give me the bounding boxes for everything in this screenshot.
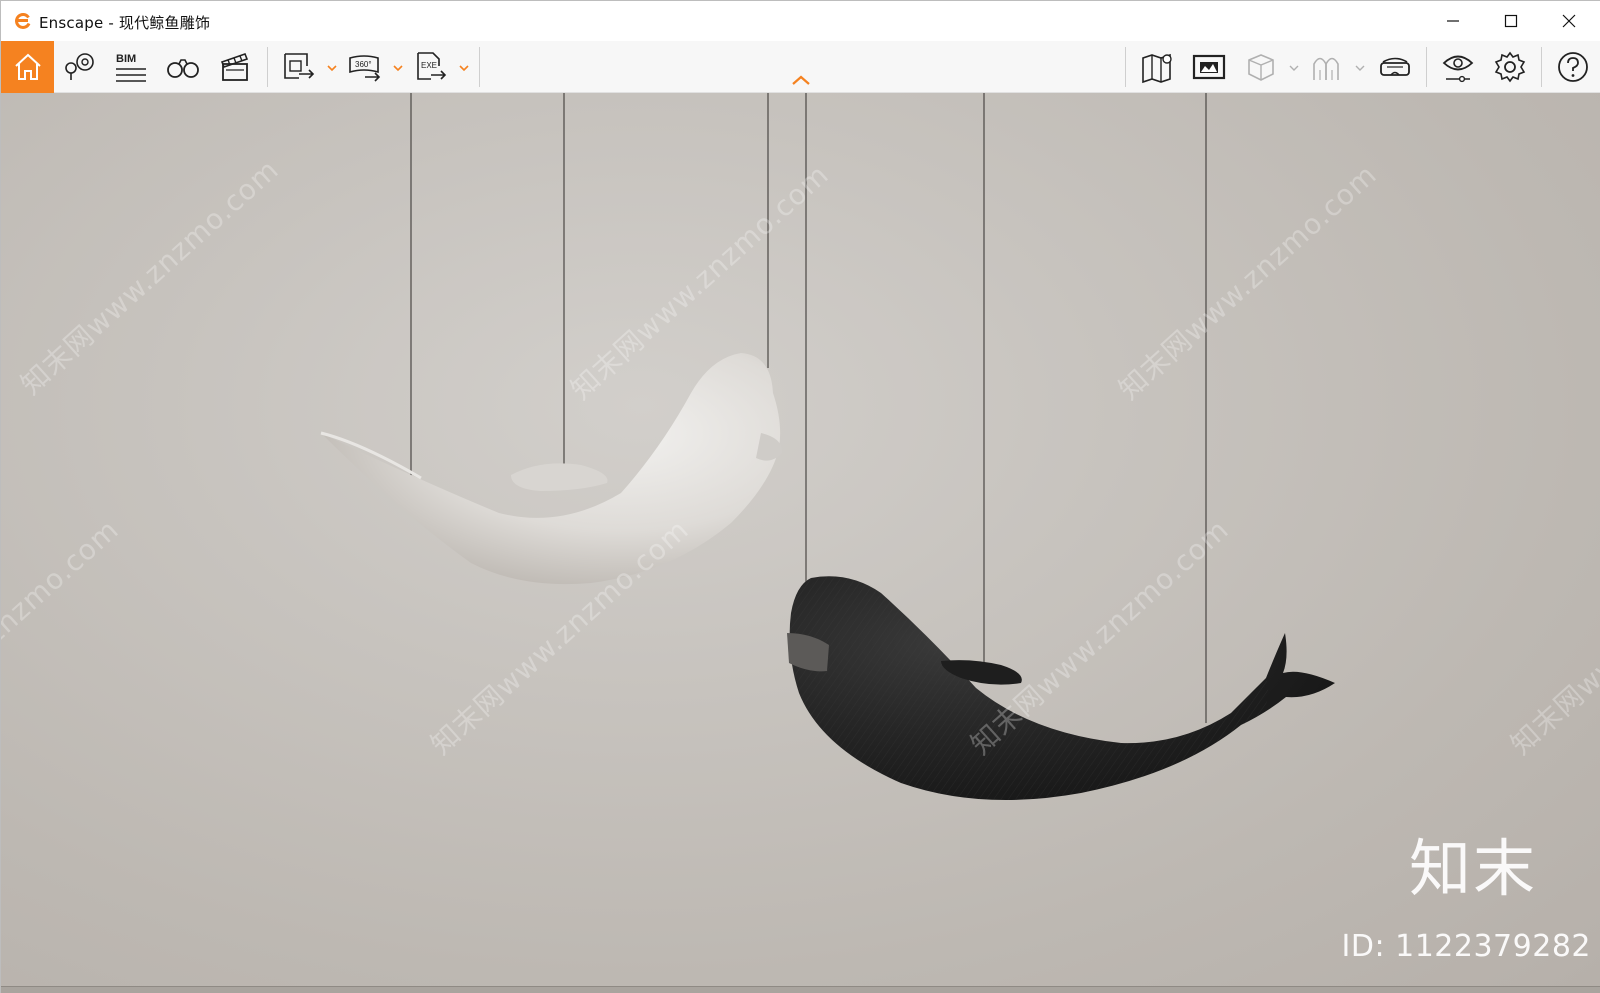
scene-render: [320, 93, 1335, 801]
panorama-export-icon: 360°: [349, 55, 381, 82]
enscape-logo-icon: [15, 12, 31, 29]
settings-button[interactable]: [1490, 49, 1530, 85]
maximize-icon: [1504, 14, 1518, 28]
toolbar-separator: [479, 47, 480, 87]
viewport-bottom-edge: [1, 986, 1600, 993]
eye-icon: [1442, 55, 1474, 83]
exe-export-icon: EXE: [417, 52, 447, 80]
gear-icon: [1494, 51, 1526, 83]
svg-text:360°: 360°: [355, 60, 372, 69]
binoculars-icon: [167, 59, 199, 78]
title-bar[interactable]: Enscape - 现代鲸鱼雕饰: [1, 1, 1600, 41]
toolbar-separator: [1125, 47, 1126, 87]
presentation-icon: [1192, 54, 1226, 80]
arch-button[interactable]: [1307, 49, 1347, 85]
cube-icon: [1248, 54, 1274, 81]
home-button[interactable]: [1, 41, 54, 93]
maximize-button[interactable]: [1482, 1, 1540, 41]
svg-text:BIM: BIM: [116, 53, 136, 65]
cube-button[interactable]: [1241, 49, 1281, 85]
exe-export-button[interactable]: EXE: [411, 49, 451, 85]
brand-mark: 知末: [1408, 832, 1537, 905]
views-button[interactable]: [59, 49, 99, 85]
image-id: ID: 1122379282: [1341, 929, 1591, 964]
window-title: Enscape - 现代鲸鱼雕饰: [39, 14, 211, 32]
video-editor-button[interactable]: [215, 49, 255, 85]
app-window: Enscape - 现代鲸鱼雕饰 BIM 360° EXE 知末网www.znz…: [0, 0, 1600, 993]
toolbar-separator: [267, 47, 268, 87]
chevron-down-icon[interactable]: [458, 63, 470, 73]
chevron-up-icon[interactable]: [790, 73, 812, 87]
home-icon: [14, 53, 41, 80]
help-button[interactable]: [1553, 49, 1593, 85]
minimize-button[interactable]: [1424, 1, 1482, 41]
vr-headset-button[interactable]: [1375, 49, 1415, 85]
chevron-down-icon[interactable]: [392, 63, 404, 73]
white-whale: [320, 353, 783, 585]
map-button[interactable]: [1138, 49, 1178, 85]
binoculars-button[interactable]: [163, 49, 203, 85]
chevron-down-icon[interactable]: [326, 63, 338, 73]
arch-icon: [1313, 57, 1339, 80]
bim-icon: BIM: [116, 53, 146, 82]
bim-button[interactable]: BIM: [111, 49, 151, 85]
views-icon: [65, 53, 94, 80]
screenshot-export-icon: [284, 53, 315, 79]
presentation-button[interactable]: [1189, 49, 1229, 85]
screenshot-export-button[interactable]: [279, 49, 319, 85]
chevron-down-icon[interactable]: [1354, 63, 1366, 73]
minimize-icon: [1447, 20, 1459, 22]
chevron-down-icon[interactable]: [1288, 63, 1300, 73]
help-icon: [1558, 52, 1588, 82]
toolbar-separator: [1426, 47, 1427, 87]
close-button[interactable]: [1540, 1, 1598, 41]
vr-headset-icon: [1380, 57, 1410, 76]
map-icon: [1142, 53, 1172, 84]
close-icon: [1562, 14, 1576, 28]
render-viewport[interactable]: 知末网www.znzmo.com 知末网www.znzmo.com 知末网www…: [1, 93, 1600, 986]
main-toolbar: BIM 360° EXE: [1, 41, 1600, 93]
visual-settings-button[interactable]: [1438, 49, 1478, 85]
toolbar-separator: [1541, 47, 1542, 87]
panorama-export-button[interactable]: 360°: [345, 49, 385, 85]
svg-text:EXE: EXE: [421, 61, 437, 70]
video-editor-icon: [220, 52, 249, 81]
